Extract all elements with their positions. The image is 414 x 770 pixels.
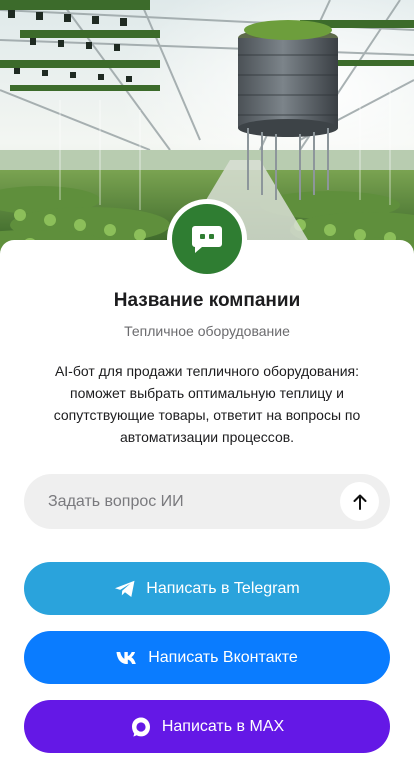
chat-bot-icon: [172, 204, 242, 274]
company-name: Название компании: [113, 290, 301, 311]
vk-icon: [116, 651, 138, 665]
company-subtitle: Тепличное оборудование: [124, 323, 290, 339]
ask-ai-input[interactable]: [48, 492, 328, 511]
max-button[interactable]: Написать в MAX: [24, 700, 390, 753]
telegram-icon: [114, 580, 136, 598]
company-avatar: [167, 199, 247, 279]
max-icon: [130, 716, 152, 738]
ask-ai-field: [24, 474, 390, 529]
max-button-label: Написать в MAX: [161, 717, 285, 735]
arrow-up-icon: [353, 494, 366, 510]
telegram-button-label: Написать в Telegram: [146, 579, 300, 597]
vk-button[interactable]: Написать Вконтакте: [24, 631, 390, 684]
send-button[interactable]: [340, 482, 379, 521]
telegram-button[interactable]: Написать в Telegram: [24, 562, 390, 615]
vk-button-label: Написать Вконтакте: [148, 648, 298, 666]
company-description: AI-бот для продажи тепличного оборудован…: [53, 363, 361, 445]
